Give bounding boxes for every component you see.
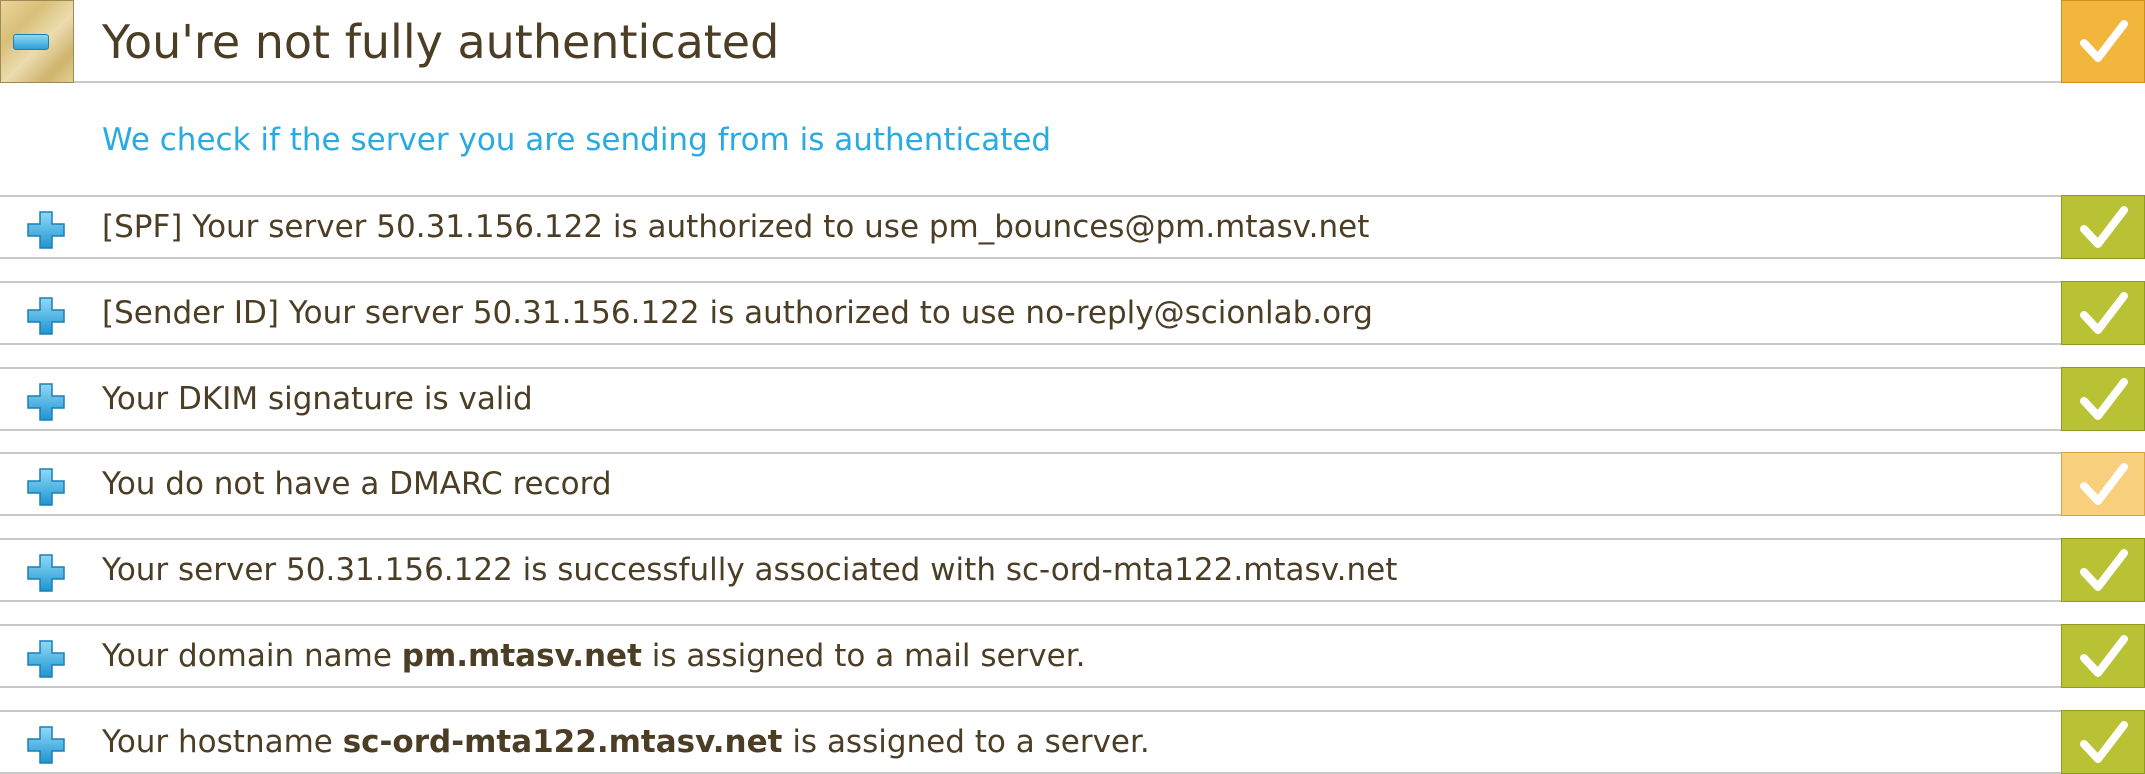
status-badge-pass [2061,624,2145,688]
check-row-dkim[interactable]: Your DKIM signature is valid [0,367,2145,431]
text-prefix: Your domain name [102,638,402,674]
check-row-text: [Sender ID] Your server 50.31.156.122 is… [102,295,1373,331]
section-title: You're not fully authenticated [102,15,780,69]
text-suffix: is assigned to a mail server. [641,638,1086,674]
section-header: You're not fully authenticated [0,0,2145,83]
hostname: sc-ord-mta122.mtasv.net [342,724,783,760]
check-row-text: Your domain name pm.mtasv.net is assigne… [102,626,1085,686]
checkmark-icon [2080,721,2128,763]
check-row-text: Your hostname sc-ord-mta122.mtasv.net is… [102,712,1150,772]
text-prefix: Your hostname [102,724,343,760]
check-row-text: You do not have a DMARC record [102,466,612,502]
status-badge-pass [2061,538,2145,602]
status-badge-pass [2061,195,2145,259]
check-row-spf[interactable]: [SPF] Your server 50.31.156.122 is autho… [0,195,2145,259]
check-row-text: Your server 50.31.156.122 is successfull… [102,552,1398,588]
status-badge-pass [2061,710,2145,774]
status-badge-warning [2061,452,2145,516]
checkmark-icon [2080,463,2128,505]
plus-icon[interactable] [26,725,66,765]
plus-icon[interactable] [26,296,66,336]
plus-icon[interactable] [26,639,66,679]
minus-icon [13,34,49,50]
check-row-dmarc[interactable]: You do not have a DMARC record [0,452,2145,516]
checkmark-icon [2080,292,2128,334]
checkmark-icon [2080,635,2128,677]
checkmark-icon [2080,206,2128,248]
check-row-domain-mx[interactable]: Your domain name pm.mtasv.net is assigne… [0,624,2145,688]
collapse-button[interactable] [0,0,74,83]
checkmark-icon [2080,20,2128,62]
check-row-hostname[interactable]: Your hostname sc-ord-mta122.mtasv.net is… [0,710,2145,774]
check-row-text: [SPF] Your server 50.31.156.122 is autho… [102,209,1370,245]
domain-name: pm.mtasv.net [401,638,642,674]
section-subtitle: We check if the server you are sending f… [102,122,1052,158]
text-suffix: is assigned to a server. [782,724,1150,760]
check-row-sender-id[interactable]: [Sender ID] Your server 50.31.156.122 is… [0,281,2145,345]
plus-icon[interactable] [26,382,66,422]
checkmark-icon [2080,549,2128,591]
status-badge-pass [2061,367,2145,431]
check-row-reverse-dns[interactable]: Your server 50.31.156.122 is successfull… [0,538,2145,602]
status-badge-pass [2061,281,2145,345]
plus-icon[interactable] [26,467,66,507]
plus-icon[interactable] [26,210,66,250]
checkmark-icon [2080,378,2128,420]
section-status-badge [2061,0,2145,83]
plus-icon[interactable] [26,553,66,593]
check-row-text: Your DKIM signature is valid [102,381,533,417]
